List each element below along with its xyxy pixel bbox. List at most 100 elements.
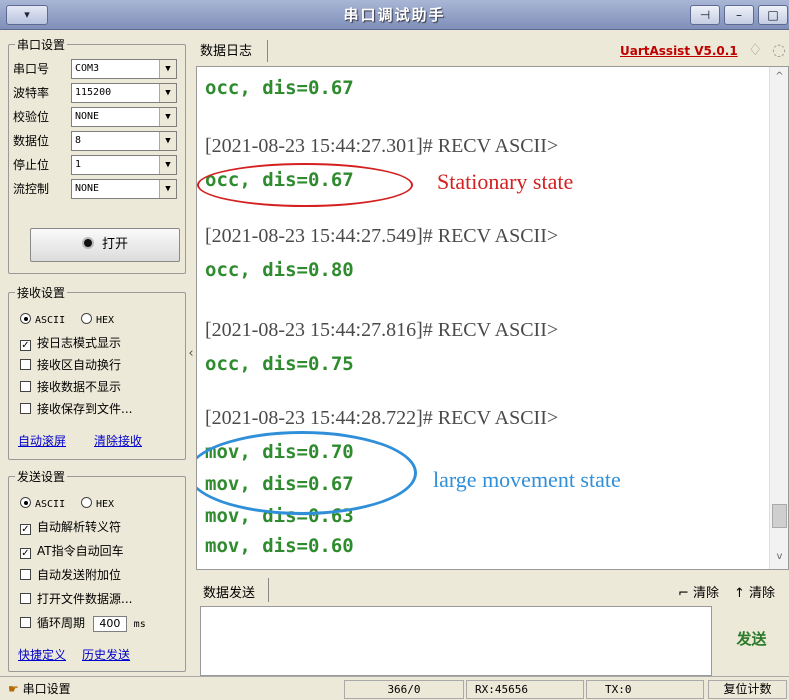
receive-settings-title: 接收设置 [15,284,68,301]
checkbox-label: 自动解析转义符 [37,520,122,534]
record-icon [81,237,94,249]
checkbox-icon [20,381,31,392]
serial-field-baud: 波特率 115200 ▼ [13,83,183,103]
receive-mode-radios: ASCII HEX [20,310,114,328]
checkbox-label: 按日志模式显示 [37,336,122,350]
status-tx: TX:0 [586,680,704,699]
radio-hex[interactable]: HEX [80,496,114,510]
flow-select[interactable]: NONE ▼ [71,179,177,199]
clear-send-button[interactable]: ⌐ 清除 [678,582,719,601]
serial-field-parity: 校验位 NONE ▼ [13,107,183,127]
clear-all-button[interactable]: ↑ 清除 [734,582,775,601]
chevron-down-icon: ▼ [159,180,176,198]
scroll-up-icon[interactable]: ^ [770,69,788,85]
system-menu-button[interactable]: ▾ [6,5,48,25]
maximize-button[interactable]: □ [758,5,788,25]
chevron-down-icon: ▼ [159,156,176,174]
checkbox-label: 打开文件数据源... [37,592,133,606]
status-label: 串口设置 [22,682,71,696]
radio-ascii[interactable]: ASCII [20,312,65,326]
pin-button[interactable]: ⊣ [690,5,720,25]
up-arrow-icon: ↑ [734,586,750,601]
field-label: 停止位 [13,158,50,172]
field-label: 流控制 [13,182,50,196]
status-rx: RX:45656 [466,680,584,699]
radio-hex[interactable]: HEX [80,312,114,326]
version-link[interactable]: UartAssist V5.0.1 [620,44,738,58]
chevron-down-icon: ▼ [159,132,176,150]
movement-ellipse [197,431,417,515]
scroll-thumb[interactable] [772,504,787,528]
checkbox-auto-wrap[interactable]: 接收区自动换行 [20,356,121,374]
stationary-annotation: Stationary state [437,169,574,194]
minimize-button[interactable]: – [724,5,754,25]
log-line: [2021-08-23 15:44:28.722]# RECV ASCII> [205,407,559,429]
clear-label: 清除 [749,586,776,601]
chevron-down-icon: ▼ [159,84,176,102]
open-port-button[interactable]: 打开 [30,228,180,262]
databits-select[interactable]: 8 ▼ [71,131,177,151]
title-bar: 串口调试助手 ▾ ⊣ – □ [0,0,789,30]
send-input[interactable] [200,606,712,676]
open-port-label: 打开 [101,237,128,252]
chevron-down-icon: ▼ [159,60,176,78]
app-window: 串口调试助手 ▾ ⊣ – □ 串口设置 串口号 COM3 ▼ 波特率 115200… [0,0,789,700]
stopbits-select[interactable]: 1 ▼ [71,155,177,175]
radio-label: ASCII [35,315,66,326]
checkbox-hide-data[interactable]: 接收数据不显示 [20,378,121,396]
radio-label: ASCII [35,499,66,510]
status-port-settings[interactable]: ☛ 串口设置 [8,680,71,698]
receive-log[interactable]: occ, dis=0.67 [2021-08-23 15:44:27.301]#… [196,66,789,570]
checkbox-icon [20,617,31,628]
checkbox-save-file[interactable]: 接收保存到文件... [20,400,132,418]
log-line: occ, dis=0.67 [205,77,354,99]
collapse-panel-icon[interactable]: ‹ [186,344,196,364]
gem-icon[interactable]: ♢ [748,40,762,59]
gear-icon: ☛ [8,682,23,696]
autoscroll-link[interactable]: 自动滚屏 [18,432,66,449]
chevron-down-icon: ▾ [24,8,30,21]
send-mode-radios: ASCII HEX [20,494,114,512]
select-value: NONE [75,111,100,122]
field-label: 串口号 [13,62,50,76]
checkbox-icon [20,569,31,580]
checkbox-label: 循环周期 [37,616,86,630]
reset-count-button[interactable]: 复位计数 [708,680,787,699]
tab-data-send[interactable]: 数据发送 [203,582,255,601]
shortcut-link[interactable]: 快捷定义 [18,646,66,663]
tab-data-log[interactable]: 数据日志 [200,40,252,59]
cycle-input[interactable]: 400 [92,615,127,632]
checkbox-parse-escape[interactable]: ✓ 自动解析转义符 [20,518,121,536]
clear-receive-link[interactable]: 清除接收 [94,432,142,449]
checkbox-label: 接收保存到文件... [37,402,133,416]
radio-label: HEX [95,315,114,326]
checkbox-cycle[interactable]: 循环周期 400 ms [20,614,146,632]
port-select[interactable]: COM3 ▼ [71,59,177,79]
checkbox-file-source[interactable]: 打开文件数据源... [20,590,132,608]
log-scrollbar[interactable]: ^ v [769,67,788,569]
serial-field-databits: 数据位 8 ▼ [13,131,183,151]
checkbox-label: AT指令自动回车 [37,544,124,558]
send-button[interactable]: 发送 [714,606,789,672]
parity-select[interactable]: NONE ▼ [71,107,177,127]
radio-ascii[interactable]: ASCII [20,496,65,510]
log-line: [2021-08-23 15:44:27.549]# RECV ASCII> [205,225,559,247]
baud-select[interactable]: 115200 ▼ [71,83,177,103]
clear-label: 清除 [693,586,720,601]
select-value: 8 [75,135,82,146]
chat-bubble-icon[interactable]: ◌ [772,40,786,59]
checkbox-append-bits[interactable]: 自动发送附加位 [20,566,121,584]
log-line: [2021-08-23 15:44:27.301]# RECV ASCII> [205,135,559,157]
serial-field-flow: 流控制 NONE ▼ [13,179,183,199]
clear-icon: ⌐ [678,586,694,601]
checkbox-label: 接收区自动换行 [37,358,122,372]
log-line: [2021-08-23 15:44:27.816]# RECV ASCII> [205,319,559,341]
history-link[interactable]: 历史发送 [82,646,130,663]
log-line: occ, dis=0.80 [205,259,354,281]
check-icon: ✓ [20,524,31,535]
pin-icon: ⊣ [699,8,711,22]
scroll-down-icon[interactable]: v [770,549,788,565]
serial-field-stopbits: 停止位 1 ▼ [13,155,183,175]
checkbox-log-mode[interactable]: ✓ 按日志模式显示 [20,334,121,352]
checkbox-at-return[interactable]: ✓ AT指令自动回车 [20,542,124,560]
